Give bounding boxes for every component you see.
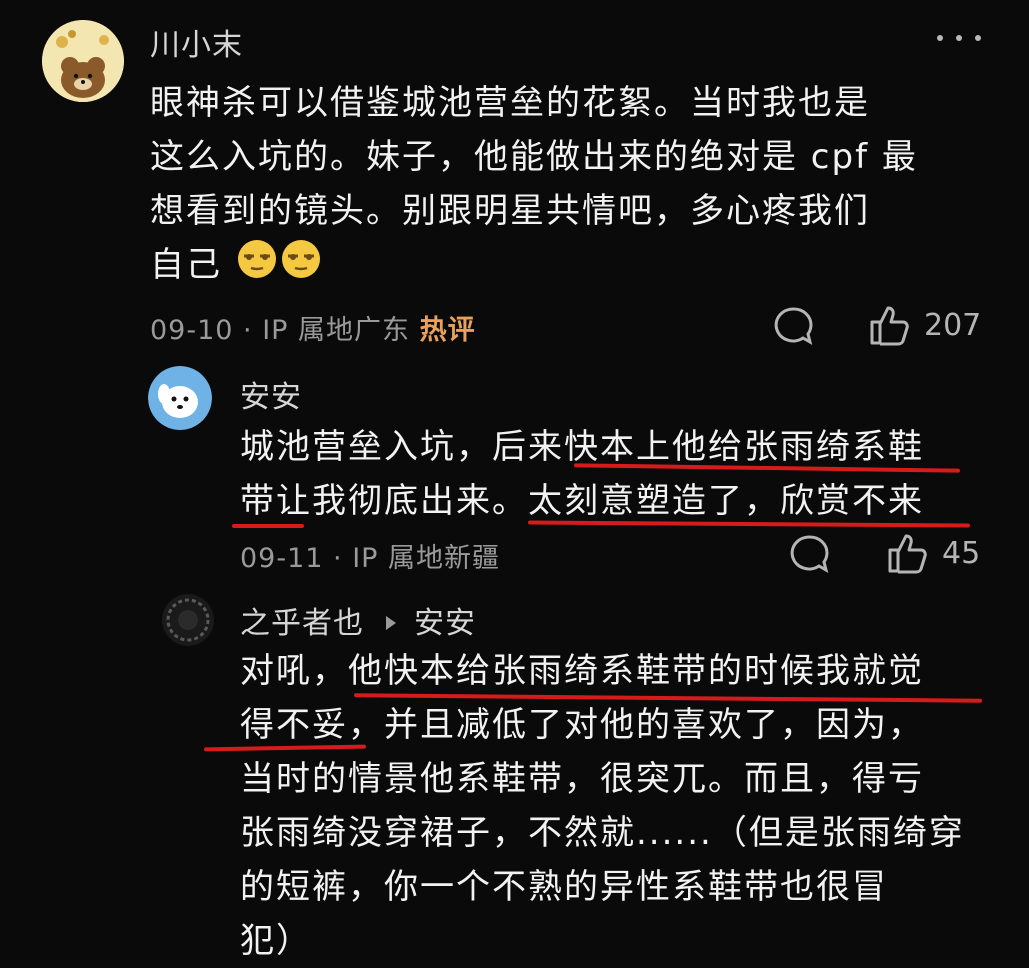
more-options-icon[interactable] (937, 28, 981, 48)
reply-username: 之乎者也 安安 (240, 598, 476, 642)
reply-button[interactable] (772, 304, 816, 348)
comment-line-text: 自己 (150, 245, 222, 285)
dark-avatar-icon[interactable] (162, 594, 214, 646)
comment-body: 眼神杀可以借鉴城池营垒的花絮。当时我也是 这么入坑的。妹子，他能做出来的绝对是 … (150, 76, 918, 295)
reply-meta: 09-11 · IP 属地新疆 (240, 543, 501, 574)
like-count: 207 (924, 307, 982, 343)
comment-username[interactable]: 川小末 (150, 20, 243, 64)
comment-location: IP 属地广东 (262, 315, 411, 346)
reply-username[interactable]: 安安 (240, 372, 302, 416)
thumbs-up-icon[interactable] (866, 302, 912, 348)
reply-button[interactable] (788, 532, 832, 576)
comment-date: 09-10 (150, 315, 234, 346)
thumbs-up-icon[interactable] (884, 530, 930, 576)
like-count: 45 (942, 535, 981, 571)
reply-date: 09-11 (240, 543, 324, 574)
reply-body: 对吼，他快本给张雨绮系鞋带的时候我就觉 得不妥，并且减低了对他的喜欢了，因为， … (240, 644, 965, 968)
comment-bubble-icon[interactable] (772, 304, 816, 348)
comment-meta: 09-10 · IP 属地广东 热评 (150, 315, 476, 346)
comment-bubble-icon[interactable] (788, 532, 832, 576)
reply-line: 当时的情景他系鞋带，很突兀。而且，得亏 (240, 759, 924, 799)
highlight-underline (232, 524, 304, 528)
reply-line: 张雨绮没穿裙子，不然就......（但是张雨绮穿 (240, 813, 965, 853)
dog-avatar-icon[interactable] (148, 366, 212, 430)
reply-line: 对吼，他快本给张雨绮系鞋带的时候我就觉 (240, 651, 924, 691)
reply-arrow-icon (386, 616, 396, 630)
hot-comment-badge: 热评 (419, 315, 476, 346)
comment-line: 自己 (150, 238, 918, 295)
reply-line: 犯） (240, 921, 312, 961)
smirk-emoji-icon (235, 239, 279, 295)
comment-line: 眼神杀可以借鉴城池营垒的花絮。当时我也是 (150, 83, 870, 123)
reply-body: 城池营垒入坑，后来快本上他给张雨绮系鞋 带让我彻底出来。太刻意塑造了，欣赏不来 (240, 420, 924, 528)
comment-line: 想看到的镜头。别跟明星共情吧，多心疼我们 (150, 191, 870, 231)
bear-avatar-icon[interactable] (42, 20, 124, 102)
reply-author[interactable]: 之乎者也 (240, 606, 364, 641)
smirk-emoji-icon (279, 239, 323, 295)
reply-target[interactable]: 安安 (414, 606, 476, 641)
comment-line: 这么入坑的。妹子，他能做出来的绝对是 cpf 最 (150, 137, 918, 177)
reply-location: IP 属地新疆 (352, 543, 501, 574)
reply-line: 的短裤，你一个不熟的异性系鞋带也很冒 (240, 867, 888, 907)
like-button[interactable]: 45 (884, 530, 980, 576)
like-button[interactable]: 207 (866, 302, 981, 348)
